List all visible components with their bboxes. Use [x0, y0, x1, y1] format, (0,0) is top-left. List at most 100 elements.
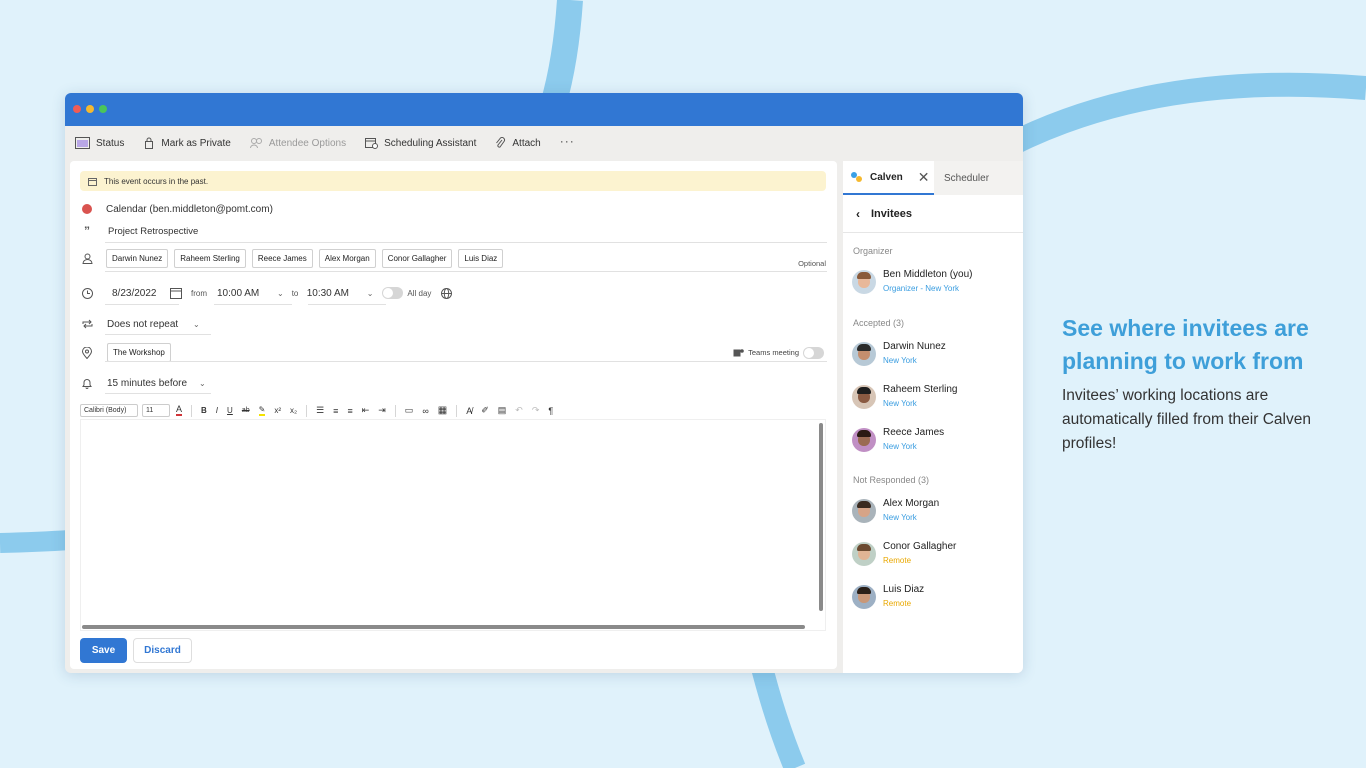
body-editor[interactable]: [80, 419, 826, 631]
teams-icon: [733, 348, 744, 356]
underline-icon[interactable]: U: [227, 406, 233, 415]
invitee-item[interactable]: Raheem Sterling New York: [852, 384, 957, 410]
close-icon[interactable]: ✕: [918, 169, 930, 186]
clear-format-icon[interactable]: A̸: [466, 406, 472, 416]
invitees-title: Invitees: [871, 208, 912, 220]
end-time-input[interactable]: 10:30 AM: [307, 288, 367, 299]
toolbar-separator: [456, 404, 458, 417]
date-input[interactable]: 8/23/2022: [112, 288, 170, 299]
toolbar-separator: [191, 404, 193, 417]
ribbon-toolbar: Status Mark as Private Attendee Options …: [65, 126, 1023, 160]
calendar-row: Calendar (ben.middleton@pomt.com): [80, 202, 273, 216]
font-color-icon[interactable]: A: [176, 405, 183, 416]
avatar: [852, 542, 876, 566]
end-time-chevron-icon[interactable]: ⌄: [367, 289, 374, 298]
subscript-icon[interactable]: x₂: [290, 406, 297, 415]
format-painter-icon[interactable]: ✐: [481, 405, 489, 416]
italic-icon[interactable]: I: [216, 406, 218, 415]
invitee-item[interactable]: Alex Morgan New York: [852, 498, 939, 524]
attendee-chips: Darwin Nunez Raheem Sterling Reece James Al…: [106, 249, 509, 268]
strikethrough-icon[interactable]: ab: [242, 407, 250, 414]
link-icon[interactable]: ∞: [422, 406, 428, 416]
close-window-button[interactable]: [73, 105, 81, 113]
date-underline: [105, 304, 179, 305]
location-chip[interactable]: The Workshop: [107, 343, 171, 362]
attendee-chip[interactable]: Alex Morgan: [318, 249, 376, 268]
align-icon[interactable]: ≡: [347, 406, 352, 416]
back-chevron-icon[interactable]: ‹: [856, 207, 860, 221]
save-button[interactable]: Save: [80, 638, 127, 663]
attendee-chip[interactable]: Reece James: [251, 249, 313, 268]
person-icon: [80, 252, 94, 266]
calendar-color-icon: [80, 202, 94, 216]
pane-tabs: Calven ✕ Scheduler: [843, 161, 1023, 195]
redo-icon[interactable]: ↷: [532, 405, 540, 416]
calendar-selector[interactable]: Calendar (ben.middleton@pomt.com): [106, 204, 273, 215]
invitee-item[interactable]: Conor Gallagher Remote: [852, 541, 956, 567]
avatar: [852, 385, 876, 409]
attendee-options-button[interactable]: Attendee Options: [249, 137, 346, 149]
optional-link[interactable]: Optional: [798, 259, 826, 268]
repeat-chevron-icon[interactable]: ⌄: [193, 320, 200, 329]
title-input[interactable]: Project Retrospective: [108, 226, 198, 237]
promo-body: Invitees’ working locations are automati…: [1062, 387, 1311, 452]
clock-icon: [80, 286, 94, 300]
attendee-chip[interactable]: Darwin Nunez: [106, 249, 169, 268]
date-picker-icon[interactable]: [170, 287, 182, 299]
invitee-item[interactable]: Reece James New York: [852, 427, 944, 453]
reminder-chevron-icon[interactable]: ⌄: [199, 379, 206, 388]
teams-meeting-label: Teams meeting: [748, 348, 799, 357]
attach-button[interactable]: Attach: [495, 137, 541, 149]
start-time-underline: [214, 304, 292, 305]
globe-icon[interactable]: [441, 287, 453, 299]
minimize-window-button[interactable]: [86, 105, 94, 113]
attendee-chip[interactable]: Conor Gallagher: [381, 249, 453, 268]
toolbar-separator: [394, 404, 396, 417]
horizontal-scrollbar[interactable]: [82, 625, 805, 629]
teams-meeting-control: Teams meeting: [733, 346, 824, 359]
not-responded-section-label: Not Responded (3): [853, 475, 930, 485]
invitee-name: Darwin Nunez: [883, 341, 946, 352]
highlight-icon[interactable]: ✎: [258, 405, 266, 416]
font-size-select[interactable]: 11: [142, 404, 170, 417]
image-icon[interactable]: ▭: [405, 405, 414, 416]
tab-scheduler[interactable]: Scheduler: [944, 173, 989, 184]
teams-meeting-toggle[interactable]: [803, 346, 824, 359]
bullet-list-icon[interactable]: ☰: [316, 405, 324, 416]
start-time-chevron-icon[interactable]: ⌄: [277, 289, 284, 298]
discard-button[interactable]: Discard: [133, 638, 192, 663]
more-options-button[interactable]: ···: [560, 134, 575, 148]
repeat-dropdown[interactable]: Does not repeat: [107, 319, 193, 330]
tab-calven[interactable]: Calven ✕: [843, 161, 934, 195]
status-button[interactable]: Status: [75, 137, 124, 149]
bold-icon[interactable]: B: [201, 406, 207, 415]
all-day-toggle[interactable]: [382, 287, 404, 299]
title-divider: [105, 242, 827, 243]
avatar: [852, 428, 876, 452]
scheduling-assistant-button[interactable]: Scheduling Assistant: [365, 137, 476, 149]
invitee-item[interactable]: Darwin Nunez New York: [852, 341, 946, 367]
paste-icon[interactable]: ▤: [498, 405, 507, 416]
pilcrow-icon[interactable]: ¶: [548, 406, 553, 416]
attendee-chip[interactable]: Luis Diaz: [458, 249, 504, 268]
attendee-chip[interactable]: Raheem Sterling: [174, 249, 246, 268]
start-time-input[interactable]: 10:00 AM: [217, 288, 277, 299]
table-icon[interactable]: ▦: [438, 405, 447, 416]
mark-private-button[interactable]: Mark as Private: [143, 137, 231, 149]
invitee-item[interactable]: Ben Middleton (you) Organizer - New York: [852, 269, 973, 295]
lock-icon: [145, 137, 154, 149]
invitee-item[interactable]: Luis Diaz Remote: [852, 584, 924, 610]
invitee-location: Organizer - New York: [883, 284, 960, 293]
undo-icon[interactable]: ↶: [515, 405, 523, 416]
maximize-window-button[interactable]: [99, 105, 107, 113]
vertical-scrollbar[interactable]: [819, 423, 823, 611]
status-icon: [75, 137, 90, 149]
quote-icon: ”: [84, 224, 90, 238]
superscript-icon[interactable]: x²: [274, 406, 281, 415]
format-toolbar: Calibri (Body) 11 A B I U ab ✎ x² x₂ ☰ ≡…: [80, 404, 562, 417]
reminder-dropdown[interactable]: 15 minutes before: [107, 378, 199, 389]
outdent-icon[interactable]: ⇤: [362, 405, 370, 416]
indent-icon[interactable]: ⇥: [378, 405, 386, 416]
numbered-list-icon[interactable]: ≡: [333, 406, 338, 416]
font-family-select[interactable]: Calibri (Body): [80, 404, 138, 417]
